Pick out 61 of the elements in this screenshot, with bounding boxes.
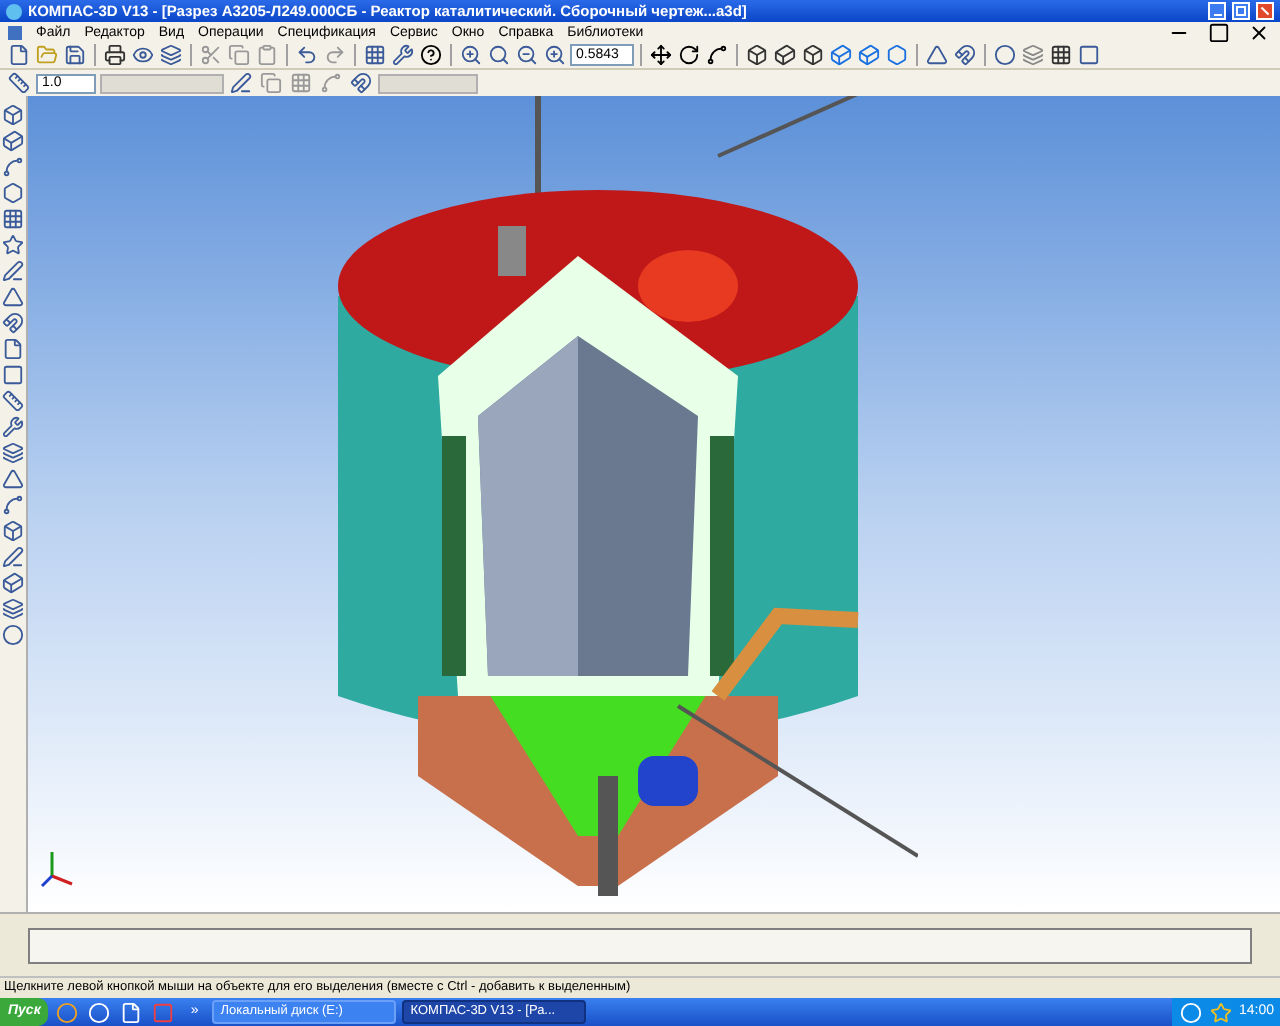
wrench-icon[interactable] — [390, 42, 416, 68]
tool-icon[interactable] — [0, 622, 26, 648]
undo-icon[interactable] — [294, 42, 320, 68]
curve-icon[interactable] — [318, 70, 344, 96]
tool-icon[interactable] — [0, 596, 26, 622]
command-field[interactable] — [28, 927, 1252, 963]
snap-icon[interactable] — [348, 70, 374, 96]
copy-icon[interactable] — [226, 42, 252, 68]
grid-icon[interactable] — [288, 70, 314, 96]
tool-icon[interactable] — [0, 102, 26, 128]
scissors-icon[interactable] — [198, 42, 224, 68]
snap-icon[interactable] — [952, 42, 978, 68]
search-icon[interactable] — [486, 42, 512, 68]
tool-icon[interactable] — [0, 466, 26, 492]
tool-icon[interactable] — [0, 414, 26, 440]
wireframe-icon[interactable] — [744, 42, 770, 68]
move-icon[interactable] — [648, 42, 674, 68]
grid-icon[interactable] — [362, 42, 388, 68]
tool-icon[interactable] — [0, 310, 26, 336]
new-file-icon[interactable] — [6, 42, 32, 68]
shaded-icon[interactable] — [828, 42, 854, 68]
coordinate-field[interactable] — [378, 73, 478, 93]
box-icon[interactable] — [800, 42, 826, 68]
tool-icon[interactable] — [0, 492, 26, 518]
printer-icon[interactable] — [102, 42, 128, 68]
tool-icon[interactable] — [0, 570, 26, 596]
tool-icon[interactable] — [0, 232, 26, 258]
tool-icon[interactable] — [0, 180, 26, 206]
tool-icon[interactable] — [0, 388, 26, 414]
preview-icon[interactable] — [130, 42, 156, 68]
tool-icon[interactable] — [0, 440, 26, 466]
tool-icon[interactable] — [0, 336, 26, 362]
shaded-edges-icon[interactable] — [856, 42, 882, 68]
table-icon[interactable] — [1048, 42, 1074, 68]
maximize-button[interactable] — [1232, 2, 1250, 20]
rotate-icon[interactable] — [676, 42, 702, 68]
style-field[interactable] — [100, 73, 224, 93]
tool-icon[interactable] — [0, 544, 26, 570]
minimize-button[interactable] — [1208, 2, 1226, 20]
zoom-out-icon[interactable] — [514, 42, 540, 68]
app-logo-icon — [6, 3, 22, 19]
tool-icon[interactable] — [0, 128, 26, 154]
clipboard-icon[interactable] — [254, 42, 280, 68]
zoom-icon[interactable] — [542, 42, 568, 68]
tool-icon[interactable] — [0, 518, 26, 544]
pen-icon[interactable] — [228, 70, 254, 96]
tool-icon[interactable] — [0, 362, 26, 388]
tool-icon[interactable] — [0, 284, 26, 310]
layers-icon[interactable] — [158, 42, 184, 68]
model-viewport[interactable] — [28, 96, 1280, 912]
tool-icon[interactable] — [0, 206, 26, 232]
window-icon[interactable] — [1076, 42, 1102, 68]
help-icon[interactable] — [418, 42, 444, 68]
zoom-in-icon[interactable] — [458, 42, 484, 68]
tool-icon[interactable] — [0, 154, 26, 180]
tool-icon[interactable] — [0, 258, 26, 284]
restore-icon[interactable] — [1206, 19, 1232, 45]
save-icon[interactable] — [62, 42, 88, 68]
axis-triad-icon — [40, 848, 76, 888]
close-button[interactable] — [1256, 2, 1274, 20]
redo-icon[interactable] — [322, 42, 348, 68]
